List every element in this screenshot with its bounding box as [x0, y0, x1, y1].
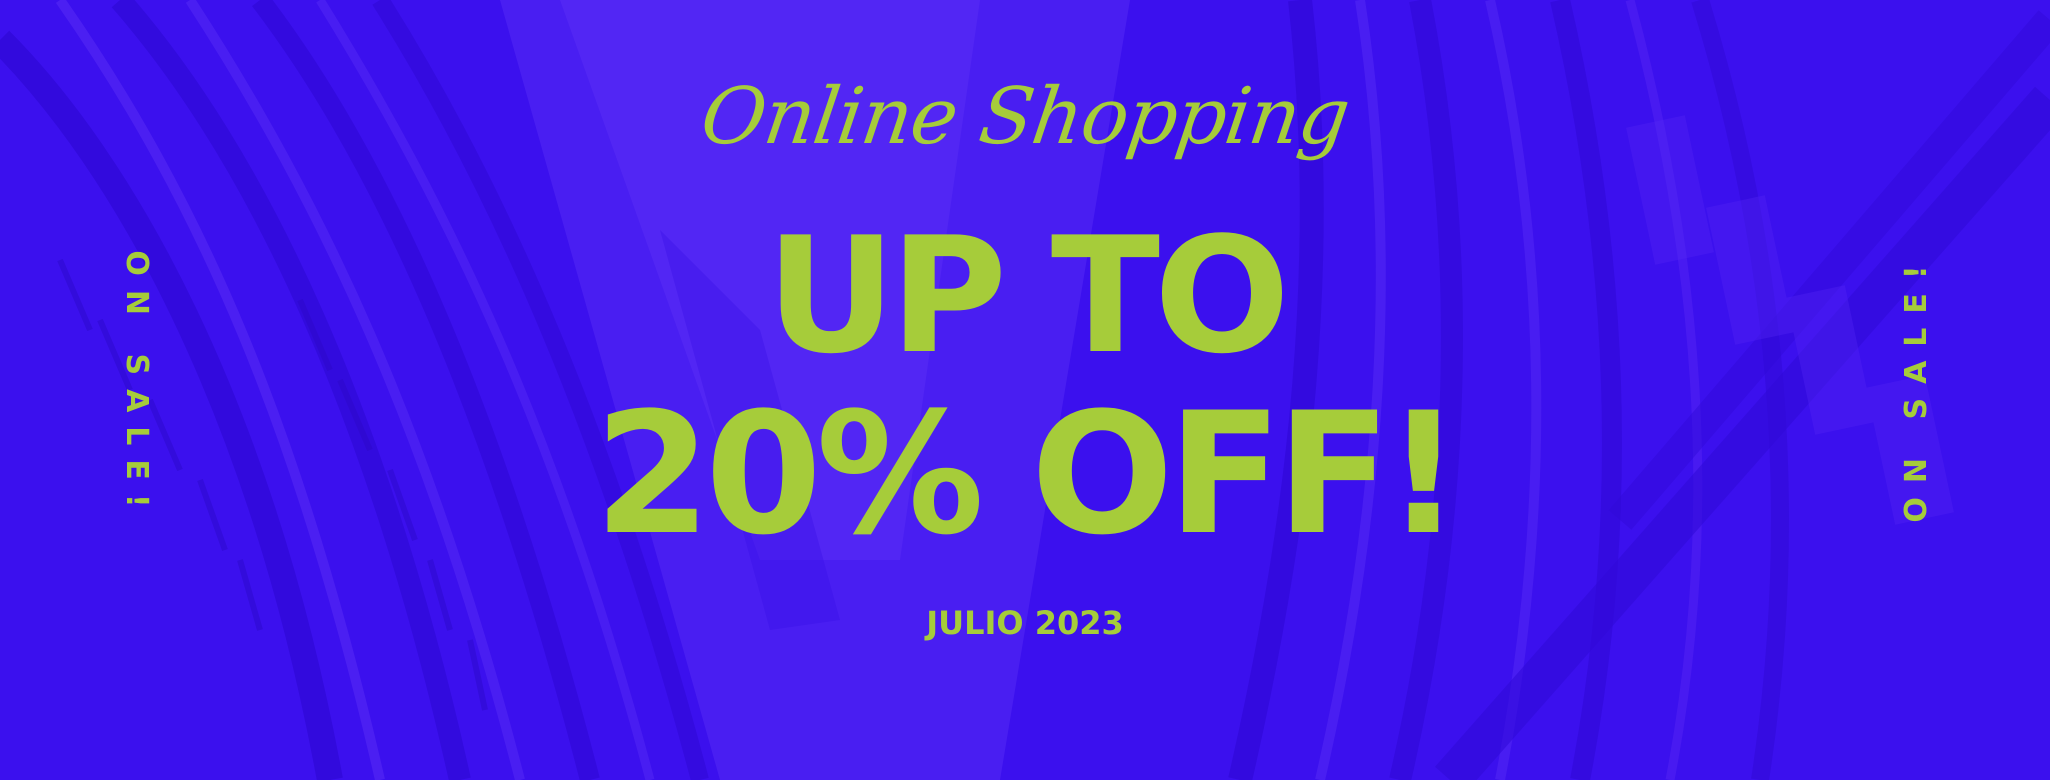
side-label-right: ON SALE!: [1899, 251, 1934, 523]
banner-content: Online Shopping UP TO 20% OFF! JULIO 202…: [0, 0, 2050, 780]
promo-banner: Online Shopping UP TO 20% OFF! JULIO 202…: [0, 0, 2050, 780]
script-title: Online Shopping: [695, 72, 1355, 162]
promo-date: JULIO 2023: [926, 604, 1124, 642]
headline-line-2: 20% OFF!: [594, 376, 1462, 572]
side-label-left: ON SALE!: [119, 250, 154, 522]
headline-line-1: UP TO: [765, 202, 1290, 389]
